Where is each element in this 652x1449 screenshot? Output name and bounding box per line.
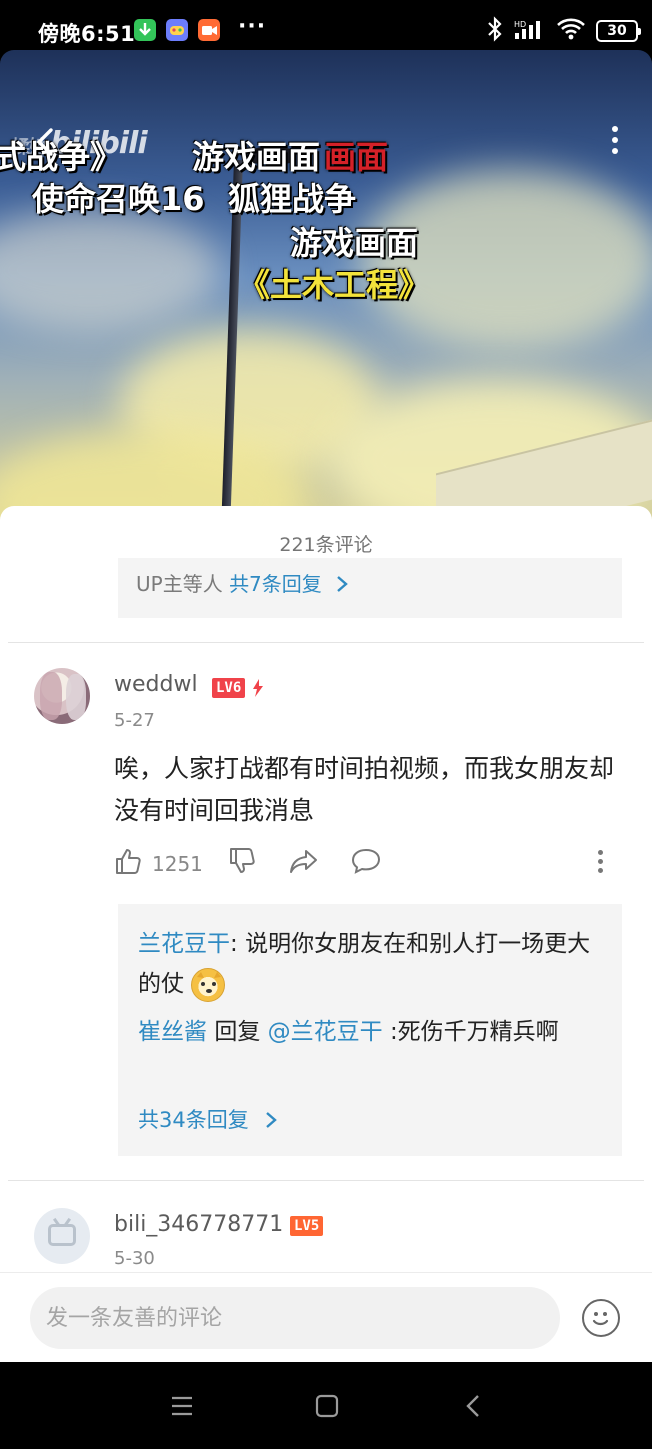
comments-panel: 221条评论 UP主等人 共7条回复 weddwl LV6 5-27 唉，人家打…: [0, 506, 652, 1362]
home-square-icon: [315, 1394, 339, 1418]
home-button[interactable]: [313, 1392, 341, 1420]
sub-reply: 兰花豆干: 说明你女朋友在和别人打一场更大的仗: [138, 924, 608, 1004]
game-app-icon: [166, 19, 188, 41]
comment-count-title: 221条评论: [279, 534, 373, 556]
prev-reply-text: UP主等人 共7条回复: [136, 568, 350, 597]
chevron-left-icon: [466, 1395, 479, 1417]
back-arrow-icon: [36, 128, 53, 156]
chevron-right-icon: [337, 576, 348, 592]
comment-username[interactable]: bili_346778771: [114, 1212, 283, 1237]
comment-date: 5-30: [114, 1248, 155, 1269]
danmaku-text: 《土木工程》: [238, 266, 431, 304]
video-player[interactable]: 揉她 bilibili 式战争》 游戏画面 画面 使命召唤16 狐狸战争 游戏画面…: [0, 50, 652, 520]
sub-replies-box[interactable]: 兰花豆干: 说明你女朋友在和别人打一场更大的仗 崔丝酱 回复 @兰花豆干 :死伤…: [118, 904, 622, 1156]
view-more-replies-link[interactable]: 共34条回复: [138, 1104, 279, 1134]
emoji-picker-button[interactable]: [582, 1299, 620, 1337]
reply-button[interactable]: [350, 846, 382, 878]
like-count: 1251: [152, 852, 203, 876]
thumbs-down-icon: [230, 848, 255, 873]
svg-text:HD: HD: [514, 20, 526, 29]
video-app-icon: [198, 19, 220, 41]
like-button[interactable]: [114, 846, 146, 878]
divider: [8, 1180, 644, 1181]
smiley-icon: [592, 1312, 609, 1326]
back-button[interactable]: [28, 124, 64, 160]
sub-reply-text: :死伤千万精兵啊: [389, 1019, 559, 1045]
share-button[interactable]: [288, 846, 320, 878]
sub-reply-mention[interactable]: @兰花豆干: [268, 1019, 383, 1045]
thumbs-up-icon: [116, 849, 141, 874]
menu-button[interactable]: [168, 1392, 196, 1420]
sub-reply: 崔丝酱 回复 @兰花豆干 :死伤千万精兵啊: [138, 1012, 608, 1052]
lightning-icon: [253, 679, 263, 697]
danmaku-text: 游戏画面: [290, 224, 419, 262]
avatar[interactable]: [34, 1208, 90, 1264]
doge-emoji-icon: [191, 967, 226, 1002]
system-navigation-bar: [0, 1362, 652, 1449]
status-overflow: ···: [238, 14, 267, 39]
sub-reply-author[interactable]: 兰花豆干: [138, 931, 230, 957]
bluetooth-icon: [486, 16, 504, 46]
sub-reply-author[interactable]: 崔丝酱: [138, 1019, 207, 1045]
wifi-icon: [556, 17, 586, 45]
comment-bubble-icon: [351, 848, 381, 874]
bilibili-tv-icon: [48, 1224, 76, 1246]
comment-username[interactable]: weddwl: [114, 672, 198, 697]
more-options-button[interactable]: [610, 126, 620, 156]
share-icon: [290, 850, 317, 873]
comment-actions: 1251: [114, 846, 614, 882]
danmaku-text: 画面: [324, 138, 389, 176]
level-badge: LV5: [290, 1216, 324, 1236]
download-app-icon: [134, 19, 156, 41]
comment-text: 唉，人家打战都有时间拍视频，而我女朋友却没有时间回我消息: [114, 754, 615, 825]
divider: [8, 642, 644, 643]
level-badge: LV6: [212, 678, 246, 698]
menu-icon: [172, 1396, 192, 1416]
status-time: 傍晚6:51: [38, 22, 136, 46]
comment-input[interactable]: [30, 1287, 560, 1349]
back-nav-button[interactable]: [460, 1392, 488, 1420]
avatar[interactable]: [34, 668, 90, 724]
signal-icon: HD: [514, 18, 546, 44]
more-replies-label: 共34条回复: [138, 1108, 249, 1132]
danmaku-text: 狐狸战争: [228, 180, 357, 218]
dislike-button[interactable]: [228, 846, 260, 878]
battery-indicator: 30: [596, 20, 641, 42]
previous-reply-summary[interactable]: UP主等人 共7条回复: [118, 558, 622, 618]
danmaku-text: 使命召唤16: [32, 180, 205, 218]
prev-reply-authors: UP主等人: [136, 572, 223, 596]
sub-reply-verb: 回复: [214, 1019, 261, 1045]
prev-reply-count-link[interactable]: 共7条回复: [229, 572, 322, 596]
sub-reply-separator: :: [230, 931, 246, 957]
comment-more-button[interactable]: [598, 850, 604, 877]
chevron-right-icon: [266, 1112, 278, 1128]
danmaku-text: 游戏画面: [192, 138, 321, 176]
comment-input-bar: [0, 1272, 652, 1362]
comment-date: 5-27: [114, 710, 155, 731]
